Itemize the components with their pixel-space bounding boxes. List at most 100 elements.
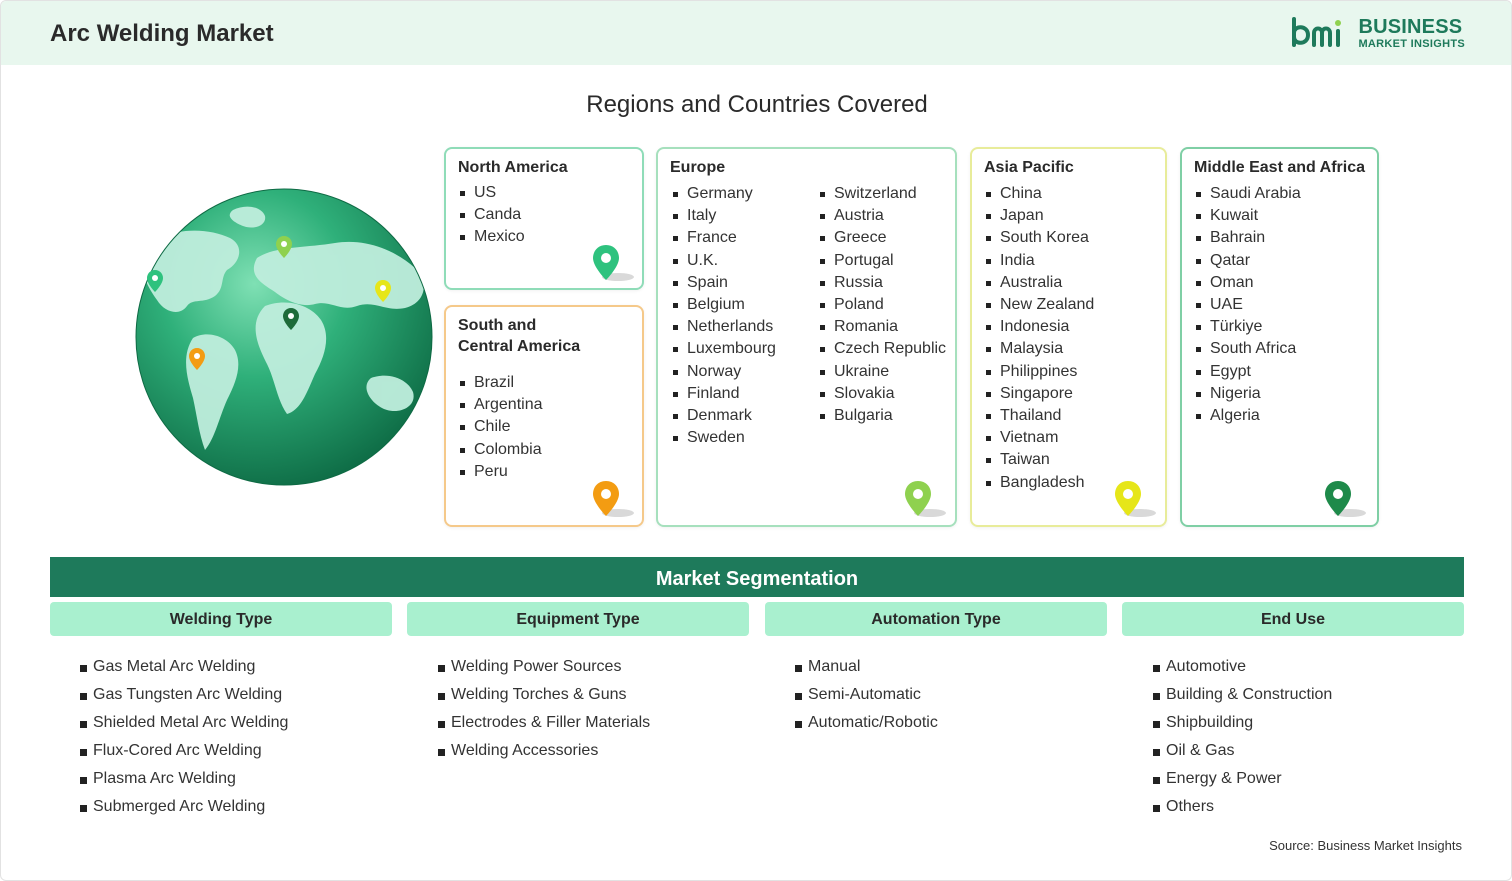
country-item: Australia	[984, 272, 1094, 294]
segment-list-end-use: Automotive Building & Construction Shipb…	[1153, 653, 1332, 821]
country-item: Oman	[1194, 272, 1301, 294]
segment-header-automation-type: Automation Type	[765, 602, 1107, 636]
country-item: Türkiye	[1194, 316, 1301, 338]
region-name-line1: South and	[458, 317, 537, 334]
country-item: Bahrain	[1194, 227, 1301, 249]
country-item: U.K.	[671, 250, 776, 272]
segment-item: Automotive	[1153, 653, 1332, 681]
country-item: Portugal	[818, 250, 946, 272]
country-list-col2: Switzerland Austria Greece Portugal Russ…	[818, 183, 946, 427]
region-card-asia-pacific: Asia Pacific China Japan South Korea Ind…	[970, 147, 1167, 527]
country-item: Kuwait	[1194, 205, 1301, 227]
country-item: Luxembourg	[671, 338, 776, 360]
country-item: Switzerland	[818, 183, 946, 205]
country-item: Brazil	[458, 372, 543, 394]
country-item: Taiwan	[984, 449, 1094, 471]
map-pin-icon	[593, 481, 634, 517]
segment-item: Manual	[795, 653, 938, 681]
country-item: Philippines	[984, 361, 1094, 383]
brand-logo: BUSINESS MARKET INSIGHTS	[1290, 15, 1465, 51]
segment-item: Others	[1153, 793, 1332, 821]
bmi-logo-icon	[1292, 17, 1342, 47]
country-item: Czech Republic	[818, 338, 946, 360]
segment-item: Gas Metal Arc Welding	[80, 653, 288, 681]
country-item: Vietnam	[984, 427, 1094, 449]
country-item: Canda	[458, 204, 525, 226]
map-pin-icon	[905, 481, 946, 517]
country-item: India	[984, 250, 1094, 272]
country-item: France	[671, 227, 776, 249]
map-pin-icon	[593, 245, 634, 281]
region-card-south-central-america: South and Central America Brazil Argenti…	[444, 305, 644, 527]
country-item: Denmark	[671, 405, 776, 427]
segment-header-end-use: End Use	[1122, 602, 1464, 636]
infographic-frame: Arc Welding Market BUSINESS MARKET INSIG…	[0, 0, 1512, 881]
segment-item: Welding Accessories	[438, 737, 650, 765]
regions-title: Regions and Countries Covered	[586, 91, 928, 118]
country-list-col1: Germany Italy France U.K. Spain Belgium …	[671, 183, 776, 449]
country-item: Germany	[671, 183, 776, 205]
country-item: Russia	[818, 272, 946, 294]
segment-header-equipment-type: Equipment Type	[407, 602, 749, 636]
segment-item: Oil & Gas	[1153, 737, 1332, 765]
country-item: Nigeria	[1194, 383, 1301, 405]
country-item: Austria	[818, 205, 946, 227]
region-name: South and Central America	[458, 315, 580, 357]
country-item: Chile	[458, 416, 543, 438]
country-item: Slovakia	[818, 383, 946, 405]
country-item: Indonesia	[984, 316, 1094, 338]
segment-item: Energy & Power	[1153, 765, 1332, 793]
region-name-line2: Central America	[458, 338, 581, 355]
segment-item: Flux-Cored Arc Welding	[80, 737, 288, 765]
country-item: US	[458, 182, 525, 204]
country-item: Qatar	[1194, 250, 1301, 272]
logo-text-market-insights: MARKET INSIGHTS	[1358, 37, 1465, 50]
country-item: Mexico	[458, 226, 525, 248]
segment-item: Automatic/Robotic	[795, 709, 938, 737]
map-pin-icon	[1115, 481, 1156, 517]
country-list: Brazil Argentina Chile Colombia Peru	[458, 372, 543, 483]
segment-item: Plasma Arc Welding	[80, 765, 288, 793]
segment-list-automation-type: Manual Semi-Automatic Automatic/Robotic	[795, 653, 938, 737]
segment-item: Building & Construction	[1153, 681, 1332, 709]
country-item: Ukraine	[818, 361, 946, 383]
source-note: Source: Business Market Insights	[1269, 838, 1462, 853]
country-item: Netherlands	[671, 316, 776, 338]
country-item: Argentina	[458, 394, 543, 416]
country-item: South Korea	[984, 227, 1094, 249]
country-item: Malaysia	[984, 338, 1094, 360]
page-title: Arc Welding Market	[50, 20, 274, 47]
country-item: Colombia	[458, 439, 543, 461]
country-item: Japan	[984, 205, 1094, 227]
segment-item: Submerged Arc Welding	[80, 793, 288, 821]
region-card-middle-east-africa: Middle East and Africa Saudi Arabia Kuwa…	[1180, 147, 1379, 527]
segment-list-equipment-type: Welding Power Sources Welding Torches & …	[438, 653, 650, 765]
country-item: Finland	[671, 383, 776, 405]
header-bar: Arc Welding Market BUSINESS MARKET INSIG…	[1, 1, 1511, 65]
region-card-north-america: North America US Canda Mexico	[444, 147, 644, 290]
map-pin-icon	[1325, 481, 1366, 517]
country-item: Romania	[818, 316, 946, 338]
segment-item: Shipbuilding	[1153, 709, 1332, 737]
country-item: Algeria	[1194, 405, 1301, 427]
country-list: US Canda Mexico	[458, 182, 525, 249]
country-item: China	[984, 183, 1094, 205]
country-item: Thailand	[984, 405, 1094, 427]
country-item: Spain	[671, 272, 776, 294]
country-list: Saudi Arabia Kuwait Bahrain Qatar Oman U…	[1194, 183, 1301, 427]
country-item: Bulgaria	[818, 405, 946, 427]
country-item: Norway	[671, 361, 776, 383]
globe-icon	[135, 188, 433, 486]
segment-item: Semi-Automatic	[795, 681, 938, 709]
country-item: Italy	[671, 205, 776, 227]
segment-list-welding-type: Gas Metal Arc Welding Gas Tungsten Arc W…	[80, 653, 288, 821]
country-item: Peru	[458, 461, 543, 483]
segment-item: Electrodes & Filler Materials	[438, 709, 650, 737]
country-item: New Zealand	[984, 294, 1094, 316]
segment-item: Welding Power Sources	[438, 653, 650, 681]
logo-text-business: BUSINESS	[1358, 15, 1463, 38]
region-name: Europe	[670, 159, 726, 176]
country-item: Greece	[818, 227, 946, 249]
country-list: China Japan South Korea India Australia …	[984, 183, 1094, 494]
country-item: Saudi Arabia	[1194, 183, 1301, 205]
